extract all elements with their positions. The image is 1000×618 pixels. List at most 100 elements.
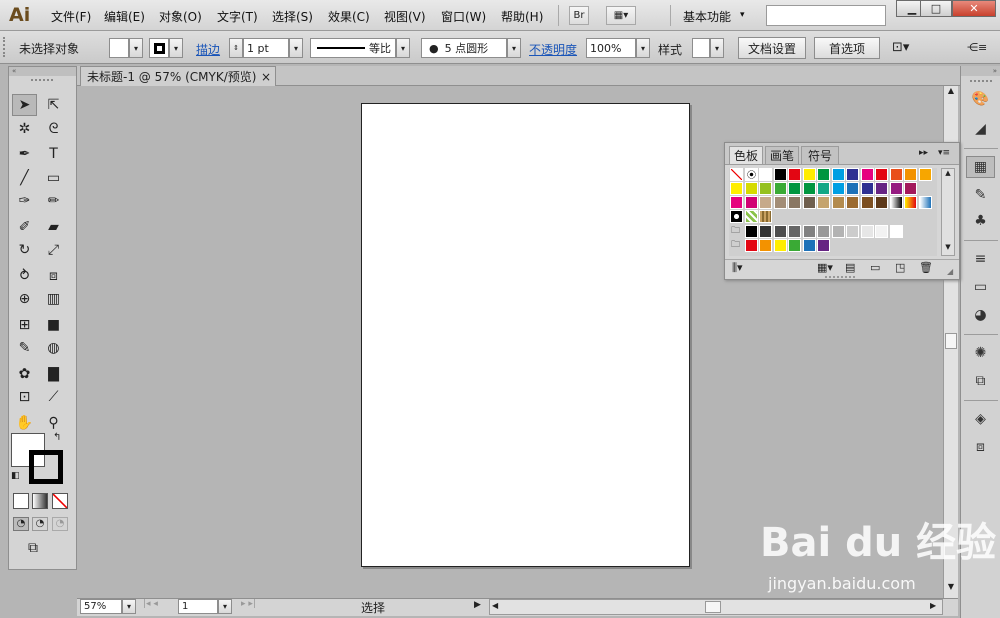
opacity-dropdown[interactable]: ▾ [636,38,650,58]
swatch-reg[interactable] [744,168,758,181]
panel-menu-icon[interactable]: ▾≡ [938,148,950,158]
mesh-tool[interactable]: ⊞ [12,314,37,336]
swatch-662483[interactable] [817,239,830,252]
brushes-panel-icon[interactable]: ✎ [966,184,995,206]
resize-grip-icon[interactable]: ◢ [947,267,953,276]
swatch-1d71b8[interactable] [802,239,816,252]
swatch-b3b3b3[interactable] [831,225,845,238]
panel-bottom-grip[interactable] [825,276,855,279]
variable-width-profile[interactable]: 等比 [310,38,396,58]
swatch-d6db00[interactable] [744,182,758,195]
eraser-tool[interactable]: ▰ [41,216,66,238]
swatch-e30613[interactable] [788,168,801,181]
graphic-styles-panel-icon[interactable]: ⧉ [966,370,995,392]
stroke-panel-icon[interactable]: ≡ [966,248,995,270]
swatch-f2f2f2[interactable] [875,225,888,238]
search-input[interactable] [766,5,886,26]
profile-dropdown[interactable]: ▾ [396,38,410,58]
swatch-951b81[interactable] [889,182,903,195]
menu-view[interactable]: 视图(V) [384,8,426,25]
direct-selection-tool[interactable]: ⇱ [41,94,66,116]
preferences-button[interactable]: 首选项 [814,37,880,59]
artboard[interactable] [361,103,690,567]
zoom-input[interactable]: 57% [80,599,122,614]
swatch-pat2[interactable] [744,210,758,223]
swatch-grad1[interactable] [889,196,903,209]
swatch-e6007e[interactable] [730,196,743,209]
swatch-scrollbar[interactable]: ▲ ▼ [941,168,955,256]
shape-builder-tool[interactable]: ⊕ [12,288,37,310]
swatch-662483[interactable] [875,182,888,195]
swatch-cccccc[interactable] [846,225,859,238]
swatch-3aaa35[interactable] [773,182,787,195]
swatch-scroll-up-icon[interactable]: ▲ [942,169,954,177]
stroke-color-box[interactable] [29,450,63,484]
control-grip[interactable] [3,37,7,57]
selection-tool[interactable]: ➤ [12,94,37,116]
swatch-f39200[interactable] [759,239,772,252]
color-mode-button[interactable] [13,493,29,509]
swatch-00963f[interactable] [802,182,816,195]
menu-edit[interactable]: 编辑(E) [104,8,145,25]
style-dropdown[interactable]: ▾ [710,38,724,58]
blend-tool[interactable]: ◍ [41,337,66,359]
swatch-f7a600[interactable] [918,168,932,181]
swatch-009640[interactable] [788,182,801,195]
swatches-panel-icon[interactable]: ▦ [966,156,995,178]
swatch-pat3[interactable] [759,210,772,223]
symbol-sprayer-tool[interactable]: ✿ [12,363,37,385]
draw-normal-icon[interactable]: ◔ [13,517,29,531]
swatch-e6e6e6[interactable] [860,225,874,238]
swatch-libraries-icon[interactable]: ⫼▾ [732,261,743,275]
menu-file[interactable]: 文件(F) [51,8,91,25]
swatch-e94e1b[interactable] [889,168,903,181]
scale-tool[interactable]: ⤢ [41,239,66,261]
menu-window[interactable]: 窗口(W) [441,8,486,25]
gradient-mode-button[interactable] [32,493,48,509]
fill-dropdown[interactable]: ▾ [129,38,143,58]
swatch-000000[interactable] [744,225,758,238]
paintbrush-tool[interactable]: ✑ [12,190,37,212]
zoom-dropdown[interactable]: ▾ [122,599,136,614]
draw-behind-icon[interactable]: ◔ [32,517,48,531]
dock-header[interactable]: » [961,66,1000,76]
tab-swatches[interactable]: 色板 [729,146,763,164]
swatch-ffed00[interactable] [730,182,743,195]
scroll-right-icon[interactable]: ▶ [930,601,936,610]
new-color-group-icon[interactable]: ▭ [870,261,880,274]
artboard-dropdown[interactable]: ▾ [218,599,232,614]
brush-definition[interactable]: ● 5 点圆形 [421,38,507,58]
stroke-color-swatch[interactable] [149,38,169,58]
last-artboard-icon[interactable]: ▸ ▸| [241,599,256,609]
swatch-9c6b30[interactable] [846,196,859,209]
color-guide-icon[interactable]: ◢ [966,118,995,140]
swatch-2e3092[interactable] [846,168,859,181]
artboards-panel-icon[interactable]: ⧈ [966,436,995,458]
bridge-button[interactable]: Br [569,6,589,25]
artboard-tool[interactable]: ⊡ [12,386,37,408]
workspace-chevron-icon[interactable]: ▾ [740,10,745,20]
stroke-weight-input[interactable]: 1 pt [243,38,289,58]
appearance-panel-icon[interactable]: ✺ [966,342,995,364]
swatch-2e3092[interactable] [860,182,874,195]
menu-type[interactable]: 文字(T) [217,8,258,25]
layers-panel-icon[interactable]: ◈ [966,408,995,430]
transparency-panel-icon[interactable]: ◕ [966,304,995,326]
lasso-tool[interactable]: ᘓ [41,118,66,140]
swatch-grad3[interactable] [918,196,932,209]
swatch-ffffff[interactable] [889,225,903,238]
swatch-a3195b[interactable] [904,182,917,195]
collapse-panel-icon[interactable]: ▸▸ [919,148,928,158]
rotate-tool[interactable]: ↻ [12,239,37,261]
swatch-ffed00[interactable] [802,168,816,181]
delete-swatch-icon[interactable]: 🗑 [919,261,933,274]
artboard-number-input[interactable]: 1 [178,599,218,614]
default-colors-icon[interactable]: ◧ [11,471,20,481]
close-button[interactable]: ✕ [952,0,996,17]
new-swatch-icon[interactable]: ◳ [895,261,905,274]
swatch-3aaa35[interactable] [788,239,801,252]
tab-symbols[interactable]: 符号 [801,146,839,164]
close-tab-icon[interactable]: × [261,70,271,84]
swatch-f39200[interactable] [904,168,917,181]
stroke-weight-stepper[interactable]: ⇕ [229,38,243,58]
